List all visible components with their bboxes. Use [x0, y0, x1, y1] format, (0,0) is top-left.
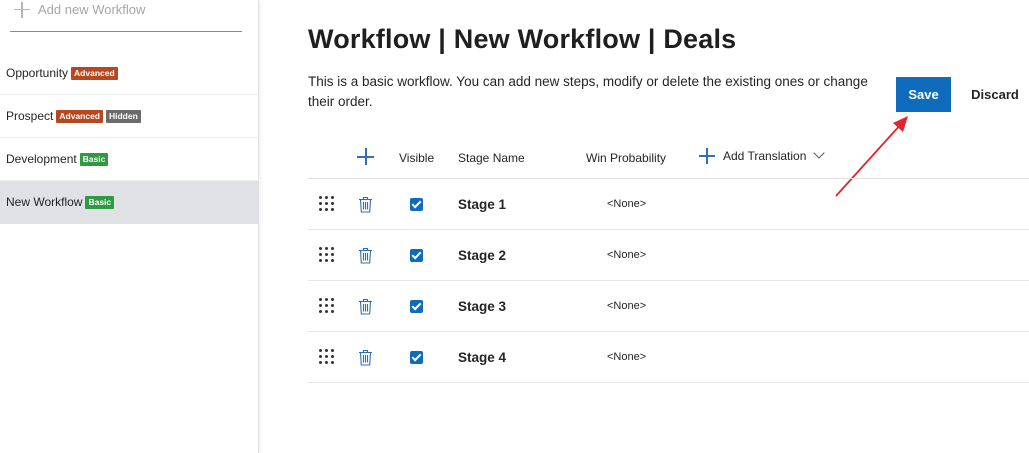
- stage-name[interactable]: Stage 4: [458, 350, 506, 365]
- column-header-visible: Visible: [399, 151, 435, 165]
- plus-icon: [14, 1, 30, 18]
- stage-name[interactable]: Stage 3: [458, 299, 506, 314]
- sidebar-workflow-item[interactable]: New Workflow Basic: [0, 181, 259, 224]
- stages-table-body: Stage 1 <None> Stage 2 <None> Stage 3 <None> S…: [308, 179, 1029, 383]
- page-title: Workflow | New Workflow | Deals: [308, 24, 737, 54]
- plus-icon: [699, 148, 715, 164]
- drag-handle-icon[interactable]: [319, 298, 335, 314]
- sidebar-workflow-label: New Workflow: [6, 195, 83, 209]
- add-new-workflow-label: Add new Workflow: [38, 2, 146, 17]
- basic-badge: Basic: [79, 152, 109, 166]
- visible-checkbox[interactable]: [410, 351, 423, 364]
- sidebar-workflow-label: Prospect: [6, 109, 54, 123]
- visible-checkbox[interactable]: [410, 198, 423, 211]
- workflow-sidebar: Add new Workflow Opportunity Advanced Pros…: [0, 0, 259, 453]
- stages-table-header: Visible Stage Name Win Probability Add T…: [308, 140, 1029, 179]
- sidebar-workflow-item[interactable]: Development Basic: [0, 138, 259, 181]
- discard-button[interactable]: Discard: [963, 77, 1027, 112]
- stage-name[interactable]: Stage 2: [458, 248, 506, 263]
- table-row: Stage 1 <None>: [308, 179, 1029, 230]
- visible-checkbox[interactable]: [410, 249, 423, 262]
- trash-icon[interactable]: [358, 247, 373, 264]
- add-translation-label: Add Translation: [723, 149, 807, 163]
- add-new-workflow-button[interactable]: Add new Workflow: [10, 0, 242, 32]
- advanced-badge: Advanced: [71, 66, 118, 80]
- drag-handle-icon[interactable]: [319, 196, 335, 212]
- advanced-badge: Advanced: [56, 109, 103, 123]
- win-probability-value[interactable]: <None>: [607, 198, 646, 210]
- stage-name[interactable]: Stage 1: [458, 197, 506, 212]
- win-probability-value[interactable]: <None>: [607, 249, 646, 261]
- drag-handle-icon[interactable]: [319, 349, 335, 365]
- add-stage-button[interactable]: [357, 148, 374, 165]
- table-row: Stage 3 <None>: [308, 281, 1029, 332]
- trash-icon[interactable]: [358, 349, 373, 366]
- trash-icon[interactable]: [358, 196, 373, 213]
- table-row: Stage 4 <None>: [308, 332, 1029, 383]
- workflow-list: Opportunity Advanced Prospect Advanced Hidde…: [0, 52, 259, 224]
- sidebar-workflow-item[interactable]: Prospect Advanced Hidden: [0, 95, 259, 138]
- column-header-stage-name: Stage Name: [458, 151, 525, 165]
- basic-badge: Basic: [85, 195, 115, 209]
- sidebar-workflow-label: Opportunity: [6, 66, 69, 80]
- drag-handle-icon[interactable]: [319, 247, 335, 263]
- column-header-win-probability: Win Probability: [586, 151, 667, 165]
- page-description: This is a basic workflow. You can add ne…: [308, 74, 868, 109]
- visible-checkbox[interactable]: [410, 300, 423, 313]
- sidebar-workflow-item[interactable]: Opportunity Advanced: [0, 52, 259, 95]
- chevron-down-icon: [813, 147, 826, 159]
- trash-icon[interactable]: [358, 298, 373, 315]
- sidebar-workflow-label: Development: [6, 152, 77, 166]
- hidden-badge: Hidden: [105, 109, 141, 123]
- add-translation-dropdown[interactable]: Add Translation: [699, 147, 826, 164]
- win-probability-value[interactable]: <None>: [607, 300, 646, 312]
- win-probability-value[interactable]: <None>: [607, 351, 646, 363]
- table-row: Stage 2 <None>: [308, 230, 1029, 281]
- save-button[interactable]: Save: [896, 77, 951, 112]
